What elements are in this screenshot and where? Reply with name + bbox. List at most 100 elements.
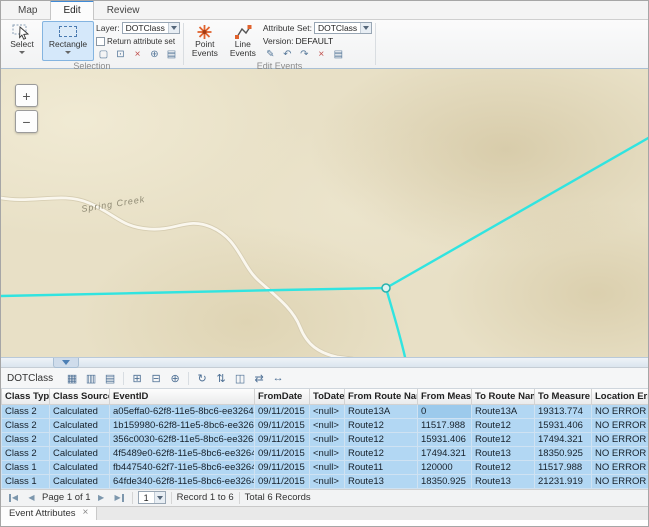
table-cell[interactable]: Class 2 xyxy=(2,432,50,446)
column-header-to-route-name[interactable]: To Route Name xyxy=(472,389,535,404)
select-tool-button[interactable]: Select xyxy=(4,21,40,61)
table-cell[interactable]: 11517.988 xyxy=(418,418,472,432)
column-header-todate[interactable]: ToDate xyxy=(310,389,345,404)
table-cell[interactable]: fb447540-62f7-11e5-8bc6-ee32641d5ec9 xyxy=(110,460,255,474)
table-cell[interactable]: NO ERROR xyxy=(592,474,649,488)
table-cell[interactable]: 17494.321 xyxy=(418,446,472,460)
tab-map[interactable]: Map xyxy=(5,1,50,19)
delete-event-icon[interactable]: × xyxy=(314,48,329,61)
tab-review[interactable]: Review xyxy=(94,1,153,19)
table-cell[interactable]: 1b159980-62f8-11e5-8bc6-ee32641d5ec9 xyxy=(110,418,255,432)
resize-icon[interactable]: ↔ xyxy=(269,370,287,386)
table-cell[interactable]: Calculated xyxy=(50,460,110,474)
table-cell[interactable]: 17494.321 xyxy=(535,432,592,446)
table-cell[interactable]: 21231.919 xyxy=(535,474,592,488)
column-header-class-source[interactable]: Class Source xyxy=(50,389,110,404)
table-cell[interactable]: 11517.988 xyxy=(535,460,592,474)
table-cell[interactable]: 18350.925 xyxy=(535,446,592,460)
table-row[interactable]: Class 2Calculateda05effa0-62f8-11e5-8bc6… xyxy=(2,404,649,418)
table-cell[interactable]: Calculated xyxy=(50,474,110,488)
table-cell[interactable]: Route12 xyxy=(472,432,535,446)
table-cell[interactable]: Route13A xyxy=(472,404,535,418)
table-cell[interactable]: Class 1 xyxy=(2,460,50,474)
table-cell[interactable]: 09/11/2015 xyxy=(255,432,310,446)
table-cell[interactable]: Class 2 xyxy=(2,404,50,418)
table-cell[interactable]: 356c0030-62f8-11e5-8bc6-ee32641d5ec9 xyxy=(110,432,255,446)
column-header-eventid[interactable]: EventID xyxy=(110,389,255,404)
route-junction-marker[interactable] xyxy=(382,284,390,292)
next-page-button[interactable]: ▶ xyxy=(94,491,109,504)
rectangle-tool-button[interactable]: Rectangle xyxy=(42,21,94,61)
column-header-from-route-name[interactable]: From Route Name xyxy=(345,389,418,404)
table-cell[interactable]: 19313.774 xyxy=(535,404,592,418)
table-cell[interactable]: Route12 xyxy=(345,418,418,432)
table-cell[interactable]: 09/11/2015 xyxy=(255,460,310,474)
column-header-location-error[interactable]: Location Error xyxy=(592,389,649,404)
table-cell[interactable]: Calculated xyxy=(50,446,110,460)
table-cell[interactable]: <null> xyxy=(310,404,345,418)
table-cell[interactable]: Calculated xyxy=(50,432,110,446)
select-rectangle-icon[interactable]: ▢ xyxy=(96,48,111,61)
page-number-dropdown[interactable]: 1 xyxy=(138,491,166,504)
table-cell[interactable]: 09/11/2015 xyxy=(255,404,310,418)
table-cell[interactable]: Route12 xyxy=(472,418,535,432)
table-row[interactable]: Class 1Calculated64fde340-62f8-11e5-8bc6… xyxy=(2,474,649,488)
table-cell[interactable]: Calculated xyxy=(50,418,110,432)
table-cell[interactable]: Route13A xyxy=(345,404,418,418)
first-page-button[interactable]: ◀ xyxy=(6,491,21,504)
table-cell[interactable]: Route12 xyxy=(345,446,418,460)
table-cell[interactable]: Route13 xyxy=(472,446,535,460)
table-row[interactable]: Class 2Calculated1b159980-62f8-11e5-8bc6… xyxy=(2,418,649,432)
table-row[interactable]: Class 1Calculatedfb447540-62f7-11e5-8bc6… xyxy=(2,460,649,474)
route-line-northeast[interactable] xyxy=(386,137,648,288)
table-cell[interactable]: <null> xyxy=(310,418,345,432)
table-cell[interactable]: Route12 xyxy=(472,460,535,474)
zoom-in-button[interactable]: + xyxy=(15,84,38,107)
last-page-button[interactable]: ▶ xyxy=(112,491,127,504)
route-line-south[interactable] xyxy=(386,288,405,357)
tab-edit[interactable]: Edit xyxy=(50,0,93,20)
collapse-panel-button[interactable] xyxy=(53,358,79,368)
route-line-west[interactable] xyxy=(1,288,386,296)
edit-attributes-icon[interactable]: ✎ xyxy=(263,48,278,61)
sort-icon[interactable]: ⇅ xyxy=(212,370,230,386)
table-cell[interactable]: Class 1 xyxy=(2,474,50,488)
zoom-to-record-icon[interactable]: ⊕ xyxy=(166,370,184,386)
undo-icon[interactable]: ↶ xyxy=(280,48,295,61)
line-events-button[interactable]: Line Events xyxy=(225,21,261,61)
map-canvas[interactable]: Spring Creek + − xyxy=(1,69,648,357)
table-view-icon[interactable]: ▦ xyxy=(63,370,81,386)
return-attribute-set-checkbox[interactable] xyxy=(96,37,105,46)
table-cell[interactable]: Class 2 xyxy=(2,446,50,460)
point-events-button[interactable]: Point Events xyxy=(187,21,223,61)
table-cell[interactable]: <null> xyxy=(310,474,345,488)
table-cell[interactable]: 09/11/2015 xyxy=(255,446,310,460)
redo-icon[interactable]: ↷ xyxy=(297,48,312,61)
form-view-icon[interactable]: ▥ xyxy=(82,370,100,386)
panel-splitter[interactable] xyxy=(1,357,648,368)
remove-record-icon[interactable]: ⊟ xyxy=(147,370,165,386)
layer-dropdown[interactable]: DOTClass xyxy=(122,22,180,34)
table-cell[interactable]: <null> xyxy=(310,460,345,474)
table-cell[interactable]: <null> xyxy=(310,446,345,460)
table-cell[interactable]: 64fde340-62f8-11e5-8bc6-ee32641d5ec9 xyxy=(110,474,255,488)
selection-list-icon[interactable]: ▤ xyxy=(164,48,179,61)
table-cell[interactable]: NO ERROR xyxy=(592,446,649,460)
column-header-to-measure[interactable]: To Measure xyxy=(535,389,592,404)
table-cell[interactable]: 120000 xyxy=(418,460,472,474)
column-header-from-measure[interactable]: From Measure xyxy=(418,389,472,404)
swap-icon[interactable]: ⇄ xyxy=(250,370,268,386)
table-cell[interactable]: Route11 xyxy=(345,460,418,474)
table-cell[interactable]: NO ERROR xyxy=(592,404,649,418)
table-cell[interactable]: Calculated xyxy=(50,404,110,418)
table-cell[interactable]: 18350.925 xyxy=(418,474,472,488)
column-header-fromdate[interactable]: FromDate xyxy=(255,389,310,404)
table-row[interactable]: Class 2Calculated356c0030-62f8-11e5-8bc6… xyxy=(2,432,649,446)
table-cell[interactable]: a05effa0-62f8-11e5-8bc6-ee32641d5ec9 xyxy=(110,404,255,418)
column-header-class-type[interactable]: Class Type xyxy=(2,389,50,404)
refresh-icon[interactable]: ↻ xyxy=(193,370,211,386)
table-cell[interactable]: NO ERROR xyxy=(592,432,649,446)
table-cell[interactable]: Class 2 xyxy=(2,418,50,432)
table-cell[interactable]: 15931.406 xyxy=(418,432,472,446)
table-cell[interactable]: 15931.406 xyxy=(535,418,592,432)
